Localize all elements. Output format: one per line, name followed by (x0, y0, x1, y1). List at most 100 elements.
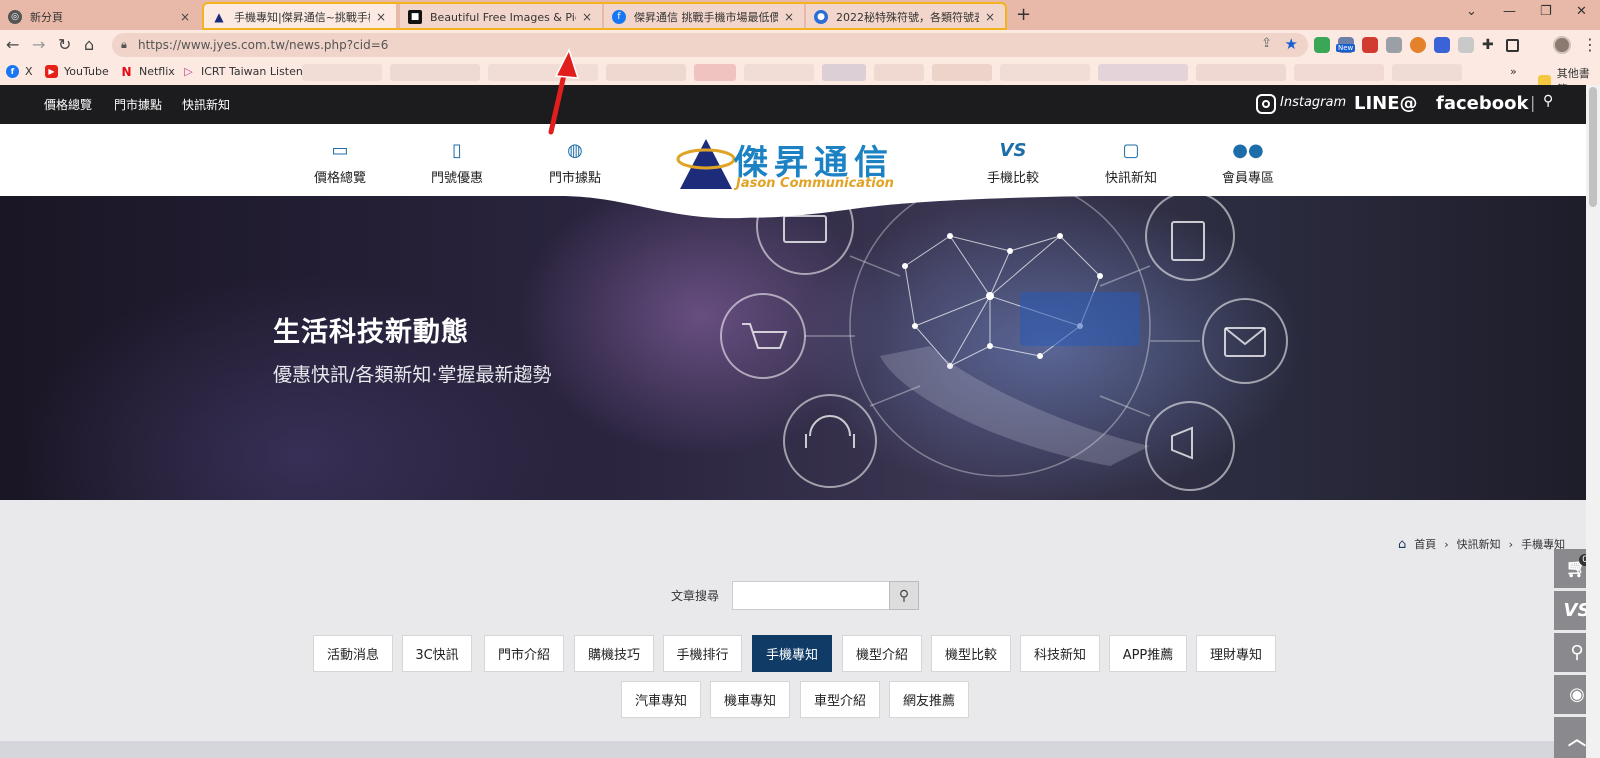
nav-label: 會員專區 (1221, 171, 1274, 186)
extensions-puzzle-icon[interactable]: ✚ (1482, 37, 1498, 53)
category-button[interactable]: APP推薦 (1109, 635, 1187, 672)
close-icon[interactable]: × (178, 10, 192, 24)
category-button[interactable]: 汽車專知 (621, 681, 701, 718)
facebook-link[interactable]: facebook (1436, 93, 1528, 114)
minimize-icon[interactable]: — (1503, 4, 1516, 19)
share-icon[interactable]: ⇪ (1261, 36, 1272, 51)
bookmark-blurred[interactable] (1000, 64, 1090, 81)
instagram-link[interactable]: Instagram (1280, 95, 1346, 110)
profile-avatar[interactable] (1553, 36, 1571, 54)
unsplash-icon: ■ (408, 10, 422, 24)
address-bar[interactable]: 🔒︎ https://www.jyes.com.tw/news.php?cid=… (112, 33, 1308, 57)
bookmarks-bar: f X ▶ YouTube N Netflix ▷ ICRT Taiwan Li… (0, 60, 1600, 96)
forward-icon[interactable]: → (32, 35, 45, 54)
category-button[interactable]: 網友推薦 (889, 681, 969, 718)
category-button[interactable]: 購機技巧 (574, 635, 654, 672)
more-bookmarks-button[interactable]: » (1510, 65, 1517, 78)
close-icon[interactable]: × (374, 10, 388, 24)
search-button[interactable]: ⚲ (889, 581, 919, 610)
lock-icon[interactable]: 🔒︎ (121, 38, 127, 52)
extension-red-icon[interactable] (1362, 37, 1378, 53)
extension-d-icon[interactable] (1434, 37, 1450, 53)
home-icon[interactable]: ⌂ (1398, 537, 1406, 552)
bookmark-blurred[interactable] (1392, 64, 1462, 81)
reload-icon[interactable]: ↻ (58, 35, 71, 54)
bookmark-blurred[interactable] (932, 64, 992, 81)
extension-orange-icon[interactable] (1410, 37, 1426, 53)
tab-unsplash[interactable]: ■ Beautiful Free Images & Pictures × (400, 4, 602, 30)
extension-light-icon[interactable] (1458, 37, 1474, 53)
url-text[interactable]: https://www.jyes.com.tw/news.php?cid=6 (138, 38, 388, 52)
topbar-link-stores[interactable]: 門市據點 (114, 96, 162, 113)
nav-prices[interactable]: ▭ 價格總覽 (290, 140, 390, 186)
article-search-input[interactable] (732, 581, 890, 610)
category-button[interactable]: 機型比較 (931, 635, 1011, 672)
bookmark-label: ICRT Taiwan Listen... (201, 65, 314, 78)
category-button[interactable]: 門市介紹 (484, 635, 564, 672)
search-icon: ⚲ (1570, 642, 1584, 663)
close-icon[interactable]: × (782, 10, 796, 24)
category-button[interactable]: 機型介紹 (842, 635, 922, 672)
category-button-active[interactable]: 手機專知 (752, 635, 832, 672)
tab-facebook[interactable]: f 傑昇通信 挑戰手機市場最低價 | F × (604, 4, 804, 30)
extension-gray-icon[interactable] (1386, 37, 1402, 53)
extension-green-icon[interactable] (1314, 37, 1330, 53)
hero-title: 生活科技新動態 (273, 317, 469, 348)
instagram-icon[interactable] (1256, 94, 1276, 114)
nav-members[interactable]: ●● 會員專區 (1198, 140, 1298, 186)
side-panel-icon[interactable] (1506, 39, 1519, 52)
jyes-logo-icon: ▲ (214, 10, 224, 24)
topbar-link-prices[interactable]: 價格總覽 (44, 96, 92, 113)
netflix-icon: N (121, 64, 132, 79)
back-icon[interactable]: ← (6, 35, 19, 54)
tab-search-icon[interactable]: ⌄ (1466, 4, 1477, 19)
topbar-link-news[interactable]: 快訊新知 (182, 96, 230, 113)
bookmark-blurred[interactable] (874, 64, 924, 81)
tab-jyes-news[interactable]: ▲ 手機專知|傑昇通信~挑戰手機市場 × (204, 4, 396, 30)
close-icon[interactable]: × (983, 10, 997, 24)
bookmark-label: YouTube (64, 65, 109, 78)
logo-subtitle: Jason Communication (736, 176, 894, 191)
line-link[interactable]: LINE@ (1354, 93, 1418, 114)
category-button[interactable]: 機車專知 (710, 681, 790, 718)
category-button[interactable]: 理財專知 (1196, 635, 1276, 672)
site-logo[interactable]: 傑昇通信 Jason Communication (676, 133, 926, 195)
bookmark-blurred[interactable] (822, 64, 866, 81)
category-button[interactable]: 科技新知 (1020, 635, 1100, 672)
nav-news[interactable]: ▢ 快訊新知 (1081, 140, 1181, 186)
breadcrumb-news[interactable]: 快訊新知 (1457, 536, 1501, 552)
category-button[interactable]: 活動消息 (313, 635, 393, 672)
restore-icon[interactable]: ❐ (1540, 4, 1552, 19)
breadcrumb-home[interactable]: 首頁 (1414, 536, 1436, 552)
bookmark-blurred[interactable] (1196, 64, 1286, 81)
category-button[interactable]: 手機排行 (663, 635, 742, 672)
tab-new-tab[interactable]: ◎ 新分頁 × (0, 4, 200, 30)
bookmark-blurred[interactable] (390, 64, 480, 81)
category-button[interactable]: 3C快訊 (402, 635, 472, 672)
bookmark-facebook[interactable]: f X (6, 65, 33, 78)
close-icon[interactable]: × (580, 10, 594, 24)
search-icon[interactable]: ⚲ (1543, 93, 1553, 109)
home-icon[interactable]: ⌂ (84, 35, 94, 54)
menu-kebab-icon[interactable]: ⋮ (1582, 35, 1598, 54)
bookmark-blurred[interactable] (744, 64, 814, 81)
bookmark-blurred[interactable] (694, 64, 736, 81)
bookmark-blurred[interactable] (606, 64, 686, 81)
nav-plans[interactable]: ▯ 門號優惠 (407, 140, 507, 186)
bookmark-blurred[interactable] (1294, 64, 1384, 81)
window-close-icon[interactable]: ✕ (1576, 4, 1587, 19)
nav-stores[interactable]: ◍ 門市據點 (525, 140, 625, 186)
bookmark-icrt[interactable]: ▷ ICRT Taiwan Listen... (182, 65, 313, 78)
bookmark-youtube[interactable]: ▶ YouTube (45, 65, 109, 78)
scrollbar-thumb[interactable] (1589, 87, 1597, 207)
bookmark-netflix[interactable]: N Netflix (120, 64, 174, 79)
tab-symbols[interactable]: ● 2022秘特殊符號，各類符號表一 × (806, 4, 1005, 30)
bookmark-blurred[interactable] (302, 64, 382, 81)
nav-compare[interactable]: VS 手機比較 (963, 140, 1063, 186)
new-tab-button[interactable]: + (1016, 4, 1031, 25)
bookmark-blurred[interactable] (1098, 64, 1188, 81)
facebook-icon: f (6, 65, 19, 78)
bookmark-star-icon[interactable]: ★ (1285, 35, 1298, 53)
bookmark-blurred[interactable] (488, 64, 598, 81)
category-button[interactable]: 車型介紹 (800, 681, 880, 718)
